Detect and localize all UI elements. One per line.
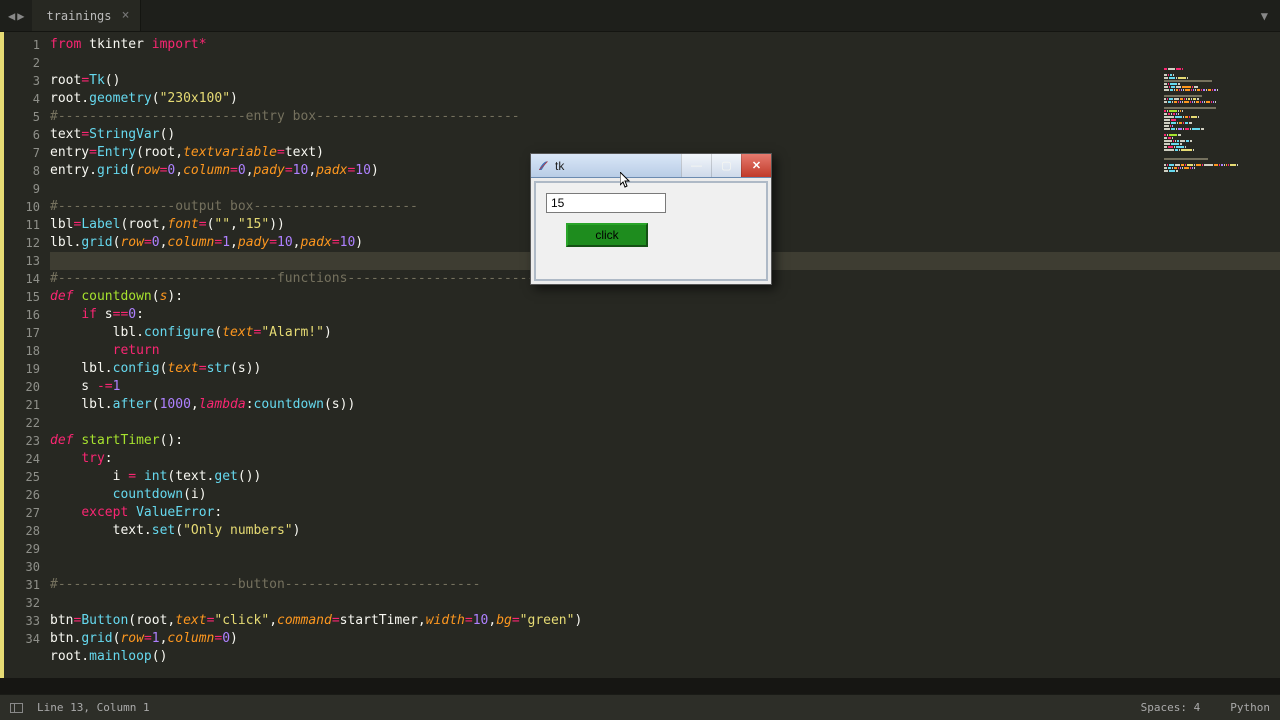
tk-feather-icon bbox=[537, 160, 549, 172]
status-language[interactable]: Python bbox=[1230, 701, 1270, 714]
editor: 1234567891011121314151617181920212223242… bbox=[0, 32, 1280, 678]
overflow-menu-icon[interactable]: ▼ bbox=[1249, 0, 1280, 31]
entry-input[interactable] bbox=[546, 193, 666, 213]
status-indent[interactable]: Spaces: 4 bbox=[1141, 701, 1201, 714]
close-icon[interactable]: × bbox=[122, 8, 130, 23]
status-bar: Line 13, Column 1 Spaces: 4 Python bbox=[0, 694, 1280, 720]
click-button[interactable]: click bbox=[566, 223, 648, 247]
panel-toggle-icon[interactable] bbox=[10, 703, 23, 713]
nav-back-icon[interactable]: ◀ bbox=[8, 9, 15, 23]
minimize-button[interactable]: — bbox=[681, 154, 711, 177]
maximize-button[interactable]: ▢ bbox=[711, 154, 741, 177]
tkinter-window[interactable]: tk — ▢ ✕ click bbox=[530, 153, 772, 285]
tab-bar: ◀ ▶ trainings × ▼ bbox=[0, 0, 1280, 32]
code-area[interactable]: from tkinter import*root=Tk()root.geomet… bbox=[50, 32, 1280, 678]
console-panel[interactable] bbox=[0, 678, 1280, 694]
close-button[interactable]: ✕ bbox=[741, 154, 771, 177]
window-titlebar[interactable]: tk — ▢ ✕ bbox=[531, 154, 771, 178]
status-cursor-pos: Line 13, Column 1 bbox=[37, 701, 150, 714]
tab-label: trainings bbox=[46, 9, 111, 23]
window-title: tk bbox=[555, 159, 564, 173]
tab-trainings[interactable]: trainings × bbox=[32, 0, 140, 31]
output-label bbox=[676, 193, 696, 213]
window-body: click bbox=[534, 181, 768, 281]
nav-forward-icon[interactable]: ▶ bbox=[17, 9, 24, 23]
line-number-gutter: 1234567891011121314151617181920212223242… bbox=[4, 32, 50, 678]
